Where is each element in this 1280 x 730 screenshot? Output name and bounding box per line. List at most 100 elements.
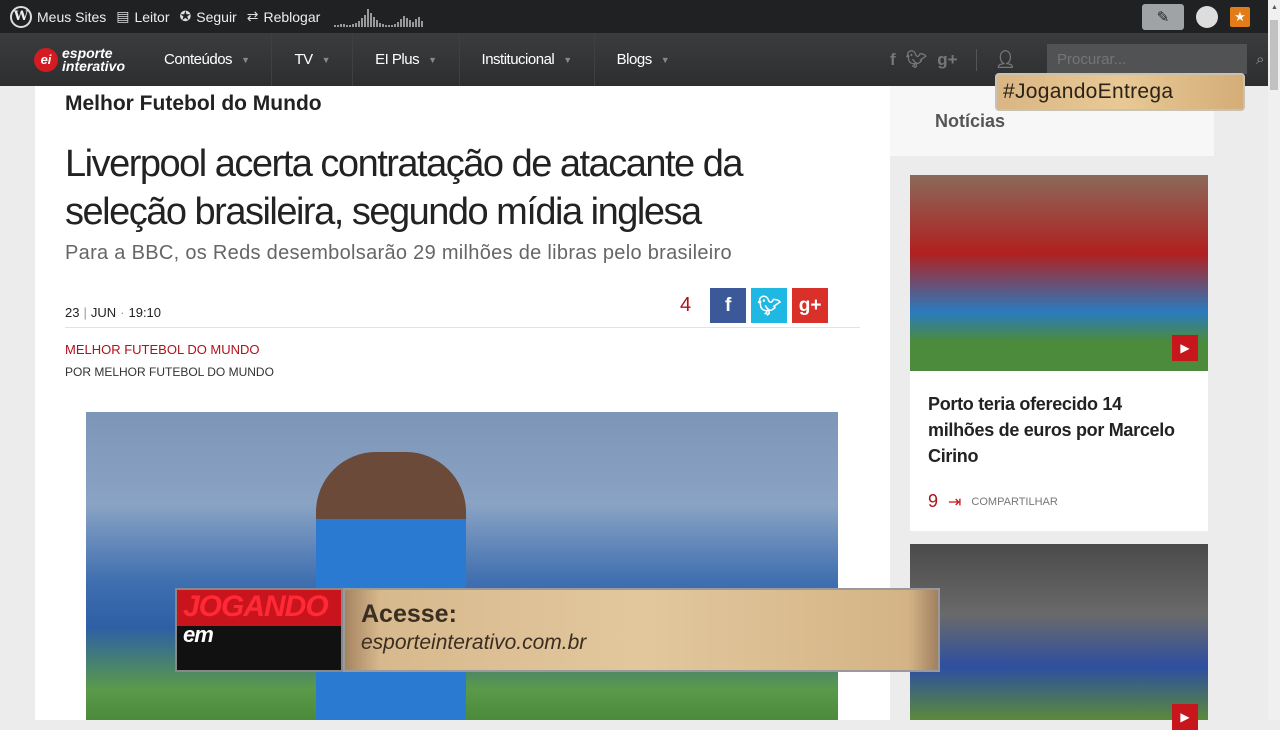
sparkline-bar [334,24,337,27]
nav-tv[interactable]: TV ▼ [272,33,354,86]
cta-panel: Acesse: esporteinterativo.com.br [343,588,940,672]
nav-label: Blogs [616,51,653,68]
sparkline-bar [364,14,367,27]
sparkline-bar [370,12,373,27]
news-card-title[interactable]: Porto teria oferecido 14 milhões de euro… [910,371,1208,469]
nav-blogs[interactable]: Blogs ▼ [595,33,691,86]
news-card[interactable]: ▶ Porto teria oferecido 14 milhões de eu… [910,175,1208,531]
sparkline-bar [352,23,355,27]
caret-down-icon: ▼ [428,54,437,65]
sparkline-bar [418,16,421,27]
category-link[interactable]: MELHOR FUTEBOL DO MUNDO [65,342,260,357]
admin-bar: W Meus Sites ▤ Leitor ✪ Seguir ⇄ Reblogar ✎ … [0,0,1268,33]
article-subtitle: Para a BBC, os Reds desembolsarão 29 mil… [65,242,732,264]
section-title: Melhor Futebol do Mundo [65,92,322,115]
cta-label: Acesse: [361,600,457,628]
reblog-label: Reblogar [263,8,321,25]
search-box: ⌕ [1047,44,1264,74]
nav-label: TV [294,51,313,68]
cta-url: esporteinterativo.com.br [361,631,587,654]
sparkline-bar [337,24,340,27]
share-twitter-button[interactable]: 🐦︎ [751,288,788,323]
sparkline-bar [403,15,406,27]
caret-down-icon: ▼ [660,54,670,65]
play-icon[interactable]: ▶ [1172,704,1198,730]
nav-ei-plus[interactable]: EI Plus ▼ [353,33,460,86]
brand-top: JOGANDO [183,590,329,623]
scrollbar-thumb[interactable] [1270,20,1278,90]
sparkline-bar [421,20,424,27]
my-sites-label: Meus Sites [37,8,107,25]
sparkline-bar [340,23,343,27]
nav-institucional[interactable]: Institucional ▼ [460,33,595,86]
logo-mark: ei [34,47,58,72]
scroll-up-icon[interactable]: ▲ [1271,4,1278,11]
search-input[interactable] [1047,50,1256,68]
site-logo[interactable]: ei esporte interativo [34,42,134,78]
play-icon[interactable]: ▶ [1172,335,1198,361]
sparkline-bar [349,24,352,27]
news-card[interactable]: ▶ [910,544,1208,730]
date-day: 23 [65,305,80,320]
share-label[interactable]: COMPARTILHAR [971,496,1057,508]
nav-conteudos[interactable]: Conteúdos ▼ [142,33,273,86]
sparkline-bar [361,17,364,27]
sparkline-bar [376,19,379,27]
news-card-count: 9 [928,491,939,511]
sparkline-bar [397,21,400,27]
date-time: 19:10 [128,305,162,320]
caret-down-icon: ▼ [563,54,572,65]
jogando-em-logo: JOGANDO em [175,588,343,672]
follow-link[interactable]: ✪ Seguir [180,8,237,25]
share-facebook-button[interactable]: f [710,288,747,323]
news-card-image [910,175,1208,371]
hashtag-overlay: #JogandoEntrega [995,73,1245,111]
twitter-icon[interactable]: 🐦︎ [906,50,928,70]
nav-label: Institucional [481,51,555,68]
user-login-icon[interactable]: 👤︎ [995,50,1017,70]
player-figure [316,452,466,720]
reader-icon: ▤ [116,8,130,24]
article-photo [86,412,838,720]
sparkline-bar [346,24,349,27]
nav-label: EI Plus [375,51,420,68]
scrollbar[interactable]: ▲ [1268,0,1280,720]
sparkline-bar [415,18,418,27]
sparkline-bar [406,17,409,27]
share-count: 4 [680,294,692,316]
share-gplus-button[interactable]: g+ [792,288,829,323]
my-sites-link[interactable]: W Meus Sites [10,5,107,28]
divider [975,48,977,71]
user-avatar[interactable] [1196,5,1218,28]
brand-bottom: em [183,622,214,647]
search-icon[interactable]: ⌕ [1256,51,1264,68]
share-icon[interactable]: ⇥ [948,492,961,512]
sparkline-bar [373,16,376,27]
facebook-icon[interactable]: f [890,50,896,70]
sparkline-bar [382,23,385,27]
reblog-link[interactable]: ⇄ Reblogar [247,8,321,25]
new-post-button[interactable]: ✎ [1142,3,1184,30]
notifications-star-icon[interactable]: ★ [1230,6,1250,27]
sparkline-bar [358,20,361,27]
sparkline-bar [412,21,415,27]
divider [65,327,860,328]
reader-link[interactable]: ▤ Leitor [116,8,169,25]
publish-date: 23 | JUN · 19:10 [65,305,162,320]
google-plus-icon[interactable]: g+ [937,50,957,70]
date-month: JUN [90,305,117,320]
article-title: Liverpool acerta contratação de atacante… [65,143,744,233]
reblog-icon: ⇄ [246,8,259,24]
share-bar: 4 f 🐦︎ g+ [680,288,829,323]
caret-down-icon: ▼ [321,54,331,65]
follow-label: Seguir [196,8,237,25]
wordpress-icon: W [10,5,32,28]
follow-icon: ✪ [179,8,192,24]
sparkline-bar [367,8,370,27]
logo-text-bottom: interativo [62,57,126,74]
tv-lower-third: JOGANDO em Acesse: esporteinterativo.com.… [175,588,940,672]
byline: POR MELHOR FUTEBOL DO MUNDO [65,365,274,379]
reader-label: Leitor [134,8,170,25]
sparkline-bar [409,19,412,27]
stats-sparkline[interactable] [334,7,424,27]
